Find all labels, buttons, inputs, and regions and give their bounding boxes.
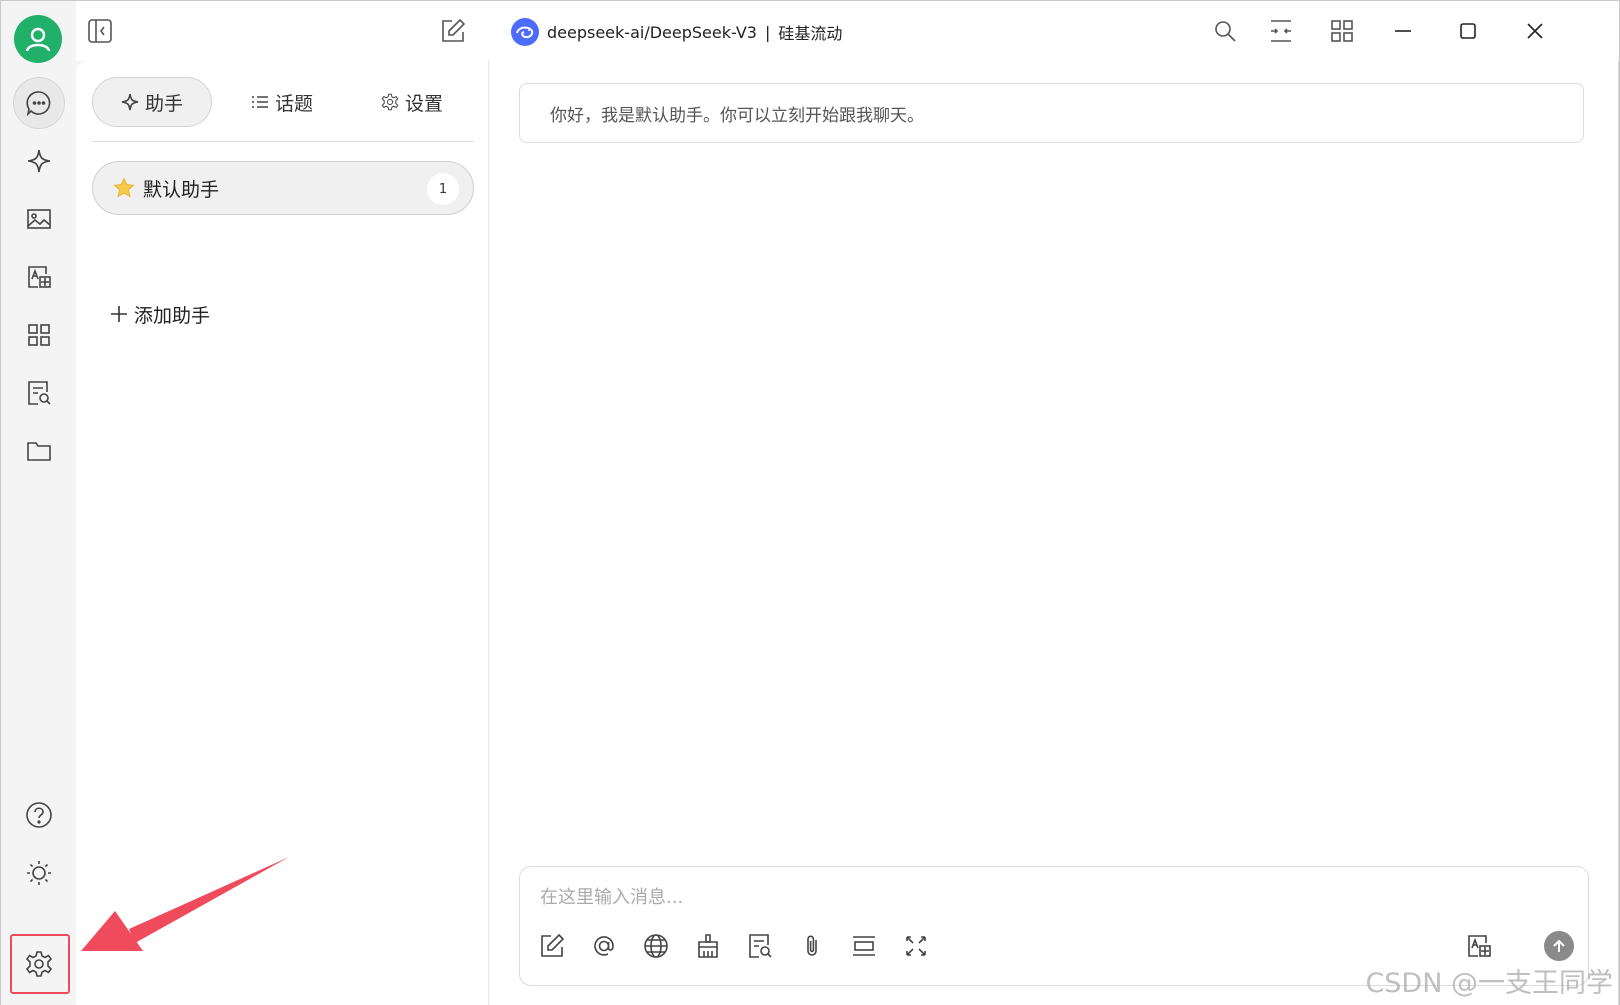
collapse-sidebar-button[interactable]: [86, 17, 114, 45]
rail-help[interactable]: [13, 789, 65, 841]
title-bar: deepseek-ai/DeepSeek-V3 | 硅基流动: [76, 1, 1619, 61]
sidebar-collapse-icon: [88, 19, 112, 43]
rail-knowledge[interactable]: [13, 367, 65, 419]
greeting-text: 你好，我是默认助手。你可以立刻开始跟我聊天。: [550, 105, 924, 126]
chat-area: 你好，我是默认助手。你可以立刻开始跟我聊天。: [489, 61, 1619, 1005]
narrow-mode-icon: [1271, 20, 1291, 42]
rail-theme[interactable]: [13, 847, 65, 899]
sparkle-icon: [27, 149, 51, 173]
maximize-icon: [1460, 23, 1476, 39]
app-window: deepseek-ai/DeepSeek-V3 | 硅基流动 助手 话题 设置 …: [0, 0, 1620, 1005]
title-separator: |: [764, 22, 771, 42]
broom-icon: [698, 934, 718, 958]
globe-icon: [644, 934, 668, 958]
expand-input-tool[interactable]: [847, 929, 881, 963]
narrow-mode-button[interactable]: [1267, 17, 1295, 45]
tab-assistants[interactable]: 助手: [92, 77, 212, 127]
greeting-message: 你好，我是默认助手。你可以立刻开始跟我聊天。: [519, 83, 1584, 143]
tab-settings[interactable]: 设置: [347, 77, 477, 127]
rail-translate[interactable]: [13, 251, 65, 303]
folder-icon: [27, 442, 51, 461]
help-icon: [26, 802, 52, 828]
list-icon: [251, 96, 268, 108]
tab-topics-label: 话题: [274, 92, 313, 115]
tab-settings-label: 设置: [404, 92, 443, 115]
rail-agents[interactable]: [13, 135, 65, 187]
settings-highlight-box: [10, 934, 70, 994]
expand-height-icon: [853, 936, 875, 956]
user-avatar[interactable]: [14, 15, 62, 63]
plus-icon: [111, 306, 127, 322]
edit-icon: [541, 933, 565, 957]
new-topic-button[interactable]: [439, 17, 467, 45]
close-icon: [1527, 23, 1543, 39]
chat-bubble-icon: [26, 91, 51, 116]
web-search-tool[interactable]: [639, 929, 673, 963]
grid-icon: [1331, 20, 1353, 42]
clear-context-tool[interactable]: [691, 929, 725, 963]
grid-icon: [28, 324, 50, 346]
paperclip-icon: [807, 935, 817, 956]
fullscreen-icon: [906, 936, 926, 956]
mention-model-tool[interactable]: [587, 929, 621, 963]
attachment-tool[interactable]: [795, 929, 829, 963]
tabs-divider: [92, 141, 474, 142]
assistant-item-default[interactable]: 默认助手 1: [92, 161, 474, 215]
provider-name: 硅基流动: [778, 24, 843, 43]
document-search-icon: [749, 934, 772, 958]
at-sign-icon: [594, 936, 614, 956]
left-rail: [1, 1, 76, 1005]
translate-icon: [28, 266, 51, 288]
deepseek-logo-icon: [511, 18, 539, 46]
sparkle-icon: [121, 93, 139, 111]
watermark: CSDN @一支王同学: [1365, 968, 1613, 999]
new-topic-tool[interactable]: [535, 929, 569, 963]
minimize-button[interactable]: [1389, 17, 1417, 45]
user-icon: [25, 27, 51, 52]
topic-count-badge: 1: [427, 173, 459, 205]
assistant-name: 默认助手: [143, 178, 220, 201]
rail-files[interactable]: [13, 425, 65, 477]
search-button[interactable]: [1211, 17, 1239, 45]
rail-chat[interactable]: [13, 77, 65, 129]
send-button[interactable]: [1544, 931, 1574, 961]
close-button[interactable]: [1521, 17, 1549, 45]
arrow-up-icon: [1553, 939, 1565, 952]
search-icon: [1215, 21, 1236, 42]
tab-topics[interactable]: 话题: [222, 77, 342, 127]
minimize-icon: [1395, 30, 1411, 32]
knowledge-base-tool[interactable]: [743, 929, 777, 963]
image-icon: [27, 209, 51, 229]
fullscreen-tool[interactable]: [899, 929, 933, 963]
document-search-icon: [28, 381, 51, 405]
gear-icon: [381, 93, 399, 111]
apps-button[interactable]: [1328, 17, 1356, 45]
translate-tool[interactable]: [1462, 929, 1496, 963]
add-assistant-button[interactable]: 添加助手: [110, 299, 210, 329]
panel-tabs: 助手 话题 设置: [92, 77, 474, 127]
add-assistant-label: 添加助手: [134, 304, 211, 327]
rail-apps[interactable]: [13, 309, 65, 361]
rail-paintings[interactable]: [13, 193, 65, 245]
translate-icon: [1468, 935, 1491, 957]
maximize-button[interactable]: [1454, 17, 1482, 45]
star-icon: [113, 177, 135, 198]
model-selector[interactable]: deepseek-ai/DeepSeek-V3 | 硅基流动: [511, 17, 842, 47]
tab-assistants-label: 助手: [144, 92, 183, 115]
annotation-arrow-icon: [81, 857, 289, 951]
model-name: deepseek-ai/DeepSeek-V3: [547, 22, 757, 42]
edit-icon: [442, 18, 466, 42]
message-input[interactable]: [540, 879, 1560, 915]
sun-icon: [27, 861, 51, 885]
